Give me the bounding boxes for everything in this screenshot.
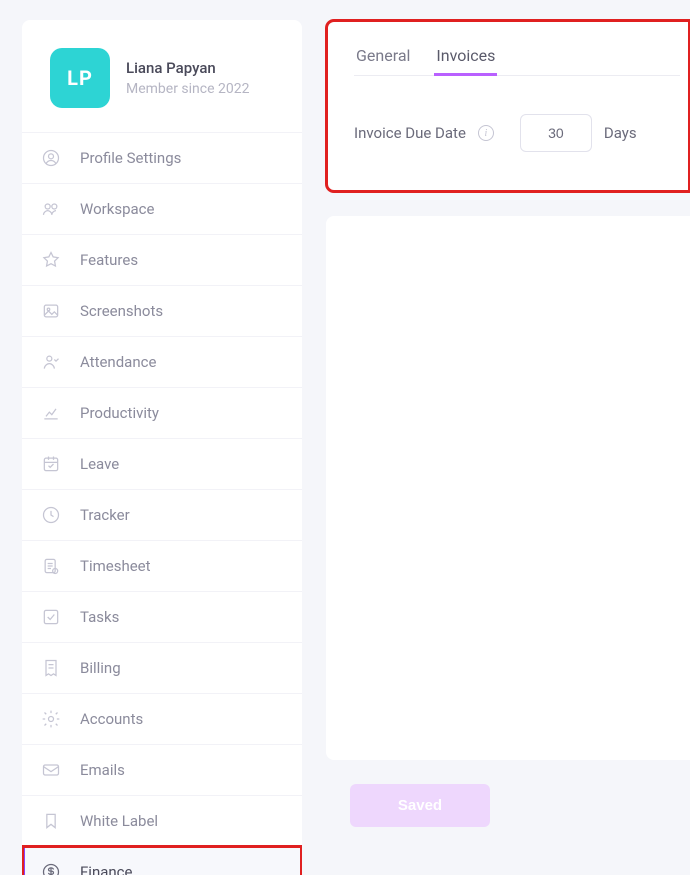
- nav-label: Tracker: [80, 506, 130, 524]
- nav-label: Workspace: [80, 200, 154, 218]
- tab-invoices[interactable]: Invoices: [434, 40, 497, 75]
- nav-label: Profile Settings: [80, 149, 181, 167]
- nav-item-attendance[interactable]: Attendance: [22, 336, 302, 387]
- nav-list: Profile Settings Workspace Features Screens…: [22, 132, 302, 875]
- clock-icon: [40, 504, 62, 526]
- nav-item-finance[interactable]: Finance: [22, 846, 302, 875]
- invoice-due-date-row: Invoice Due Date i Days: [354, 114, 680, 152]
- nav-item-screenshots[interactable]: Screenshots: [22, 285, 302, 336]
- content-card: [326, 216, 690, 760]
- profile-info: Liana Papyan Member since 2022: [126, 59, 249, 97]
- calendar-icon: [40, 453, 62, 475]
- nav-item-tasks[interactable]: Tasks: [22, 591, 302, 642]
- invoice-due-date-label: Invoice Due Date: [354, 124, 466, 142]
- receipt-icon: [40, 657, 62, 679]
- nav-item-workspace[interactable]: Workspace: [22, 183, 302, 234]
- nav-item-billing[interactable]: Billing: [22, 642, 302, 693]
- chart-icon: [40, 402, 62, 424]
- nav-item-profile-settings[interactable]: Profile Settings: [22, 132, 302, 183]
- nav-label: Productivity: [80, 404, 159, 422]
- nav-label: Timesheet: [80, 557, 151, 575]
- nav-label: Screenshots: [80, 302, 163, 320]
- nav-item-timesheet[interactable]: Timesheet: [22, 540, 302, 591]
- info-icon[interactable]: i: [478, 125, 494, 141]
- user-circle-icon: [40, 147, 62, 169]
- nav-item-white-label[interactable]: White Label: [22, 795, 302, 846]
- star-icon: [40, 249, 62, 271]
- nav-item-tracker[interactable]: Tracker: [22, 489, 302, 540]
- users-icon: [40, 198, 62, 220]
- saved-button[interactable]: Saved: [350, 784, 490, 827]
- envelope-icon: [40, 759, 62, 781]
- nav-label: Tasks: [80, 608, 119, 626]
- main-content: General Invoices Invoice Due Date i Days…: [326, 20, 690, 875]
- check-square-icon: [40, 606, 62, 628]
- tabs: General Invoices: [354, 40, 680, 76]
- nav-item-accounts[interactable]: Accounts: [22, 693, 302, 744]
- profile-subtitle: Member since 2022: [126, 81, 249, 97]
- nav-label: Attendance: [80, 353, 156, 371]
- bookmark-icon: [40, 810, 62, 832]
- avatar: LP: [50, 48, 110, 108]
- nav-item-leave[interactable]: Leave: [22, 438, 302, 489]
- invoice-due-days-input[interactable]: [520, 114, 592, 152]
- gear-icon: [40, 708, 62, 730]
- nav-label: Billing: [80, 659, 121, 677]
- nav-item-emails[interactable]: Emails: [22, 744, 302, 795]
- nav-label: Features: [80, 251, 138, 269]
- profile-name: Liana Papyan: [126, 59, 249, 77]
- finance-panel: General Invoices Invoice Due Date i Days: [326, 20, 690, 192]
- tab-general[interactable]: General: [354, 40, 412, 75]
- nav-label: Leave: [80, 455, 119, 473]
- sheet-icon: [40, 555, 62, 577]
- dollar-icon: [40, 861, 62, 875]
- days-unit-label: Days: [604, 124, 637, 142]
- nav-label: Accounts: [80, 710, 143, 728]
- nav-label: White Label: [80, 812, 158, 830]
- settings-sidebar: LP Liana Papyan Member since 2022 Profil…: [22, 20, 302, 875]
- nav-label: Emails: [80, 761, 125, 779]
- person-check-icon: [40, 351, 62, 373]
- image-icon: [40, 300, 62, 322]
- nav-item-features[interactable]: Features: [22, 234, 302, 285]
- profile-header: LP Liana Papyan Member since 2022: [22, 20, 302, 132]
- nav-item-productivity[interactable]: Productivity: [22, 387, 302, 438]
- nav-label: Finance: [80, 863, 132, 875]
